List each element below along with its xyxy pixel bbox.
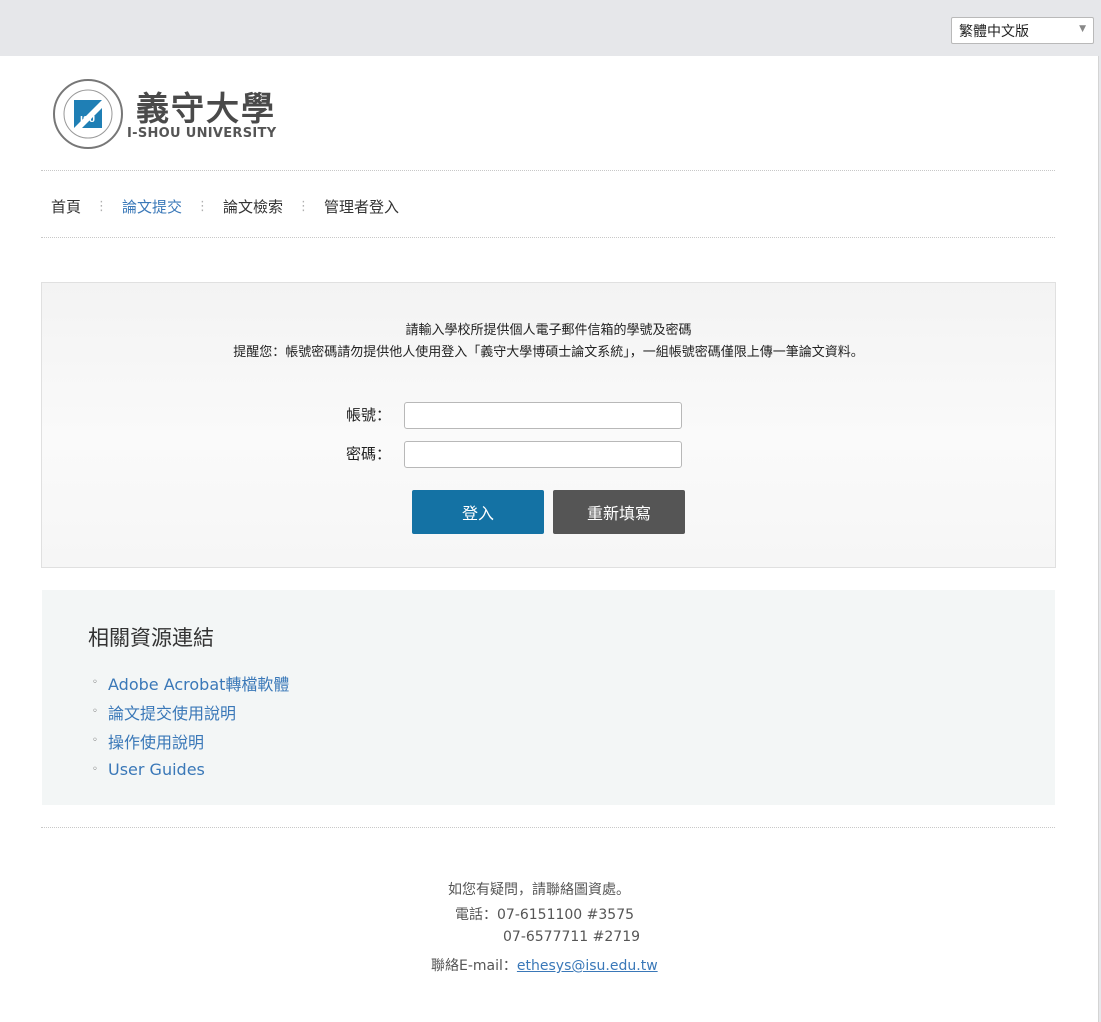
reset-button[interactable]: 重新填寫 <box>553 490 685 534</box>
password-input[interactable] <box>404 441 682 468</box>
divider <box>41 170 1055 171</box>
footer-phone-row: 電話：07-6151100 #3575 <box>455 904 634 924</box>
divider <box>41 827 1055 828</box>
nav-separator: ⋮ <box>297 198 311 214</box>
language-select-value: 繁體中文版 <box>959 24 1029 40</box>
svg-text:ISU: ISU <box>80 115 95 124</box>
login-button[interactable]: 登入 <box>412 490 544 534</box>
account-label: 帳號： <box>346 406 392 424</box>
footer-contact-note: 如您有疑問，請聯絡圖資處。 <box>448 882 630 898</box>
nav-thesis-submit[interactable]: 論文提交 <box>122 196 182 217</box>
login-reminder: 提醒您：帳號密碼請勿提供他人使用登入「義守大學博碩士論文系統」，一組帳號密碼僅限… <box>233 345 864 360</box>
top-bar: 繁體中文版 ▼ <box>0 0 1101 56</box>
phone-number-2: 07-6577711 #2719 <box>503 929 641 945</box>
login-instruction: 請輸入學校所提供個人電子郵件信箱的學號及密碼 <box>405 323 692 338</box>
main-nav: 首頁 ⋮ 論文提交 ⋮ 論文檢索 ⋮ 管理者登入 <box>51 194 399 218</box>
password-label: 密碼： <box>346 445 392 463</box>
nav-admin-login[interactable]: 管理者登入 <box>324 196 399 217</box>
bullet-icon: ◦ <box>92 706 98 717</box>
bullet-icon: ◦ <box>92 677 98 688</box>
phone-label: 電話： <box>455 907 497 923</box>
bullet-icon: ◦ <box>92 735 98 746</box>
link-submit-guide[interactable]: 論文提交使用說明 <box>108 700 236 724</box>
page-content: ISU 義守大學 I-SHOU UNIVERSITY 首頁 ⋮ 論文提交 ⋮ 論… <box>0 56 1099 1022</box>
nav-separator: ⋮ <box>196 198 210 214</box>
list-item: ◦ Adobe Acrobat轉檔軟體 <box>92 668 289 697</box>
resources-title: 相關資源連結 <box>88 626 214 650</box>
resources-list: ◦ Adobe Acrobat轉檔軟體 ◦ 論文提交使用說明 ◦ 操作使用說明 … <box>92 668 289 784</box>
logo-english-name: I-SHOU UNIVERSITY <box>127 126 277 141</box>
isu-seal-icon: ISU <box>53 79 123 149</box>
list-item: ◦ User Guides <box>92 755 289 784</box>
account-input[interactable] <box>404 402 682 429</box>
nav-home[interactable]: 首頁 <box>51 196 81 217</box>
link-operation-guide[interactable]: 操作使用說明 <box>108 729 204 753</box>
nav-separator: ⋮ <box>95 198 109 214</box>
login-panel: 請輸入學校所提供個人電子郵件信箱的學號及密碼 提醒您：帳號密碼請勿提供他人使用登… <box>41 282 1056 568</box>
list-item: ◦ 操作使用說明 <box>92 726 289 755</box>
link-adobe-acrobat[interactable]: Adobe Acrobat轉檔軟體 <box>108 671 289 695</box>
nav-thesis-search[interactable]: 論文檢索 <box>223 196 283 217</box>
link-user-guides[interactable]: User Guides <box>108 760 205 779</box>
chevron-down-icon: ▼ <box>1079 24 1086 34</box>
university-logo[interactable]: ISU 義守大學 I-SHOU UNIVERSITY <box>52 78 297 149</box>
related-resources: 相關資源連結 ◦ Adobe Acrobat轉檔軟體 ◦ 論文提交使用說明 ◦ … <box>42 590 1055 805</box>
bullet-icon: ◦ <box>92 764 98 775</box>
logo-chinese-name: 義守大學 <box>136 89 276 128</box>
footer-email-row: 聯絡E-mail：ethesys@isu.edu.tw <box>431 955 658 975</box>
email-label: 聯絡E-mail： <box>431 958 517 974</box>
language-select[interactable]: 繁體中文版 ▼ <box>951 17 1094 44</box>
phone-number-1: 07-6151100 #3575 <box>497 907 635 923</box>
divider <box>41 237 1055 238</box>
list-item: ◦ 論文提交使用說明 <box>92 697 289 726</box>
email-link[interactable]: ethesys@isu.edu.tw <box>517 958 658 974</box>
